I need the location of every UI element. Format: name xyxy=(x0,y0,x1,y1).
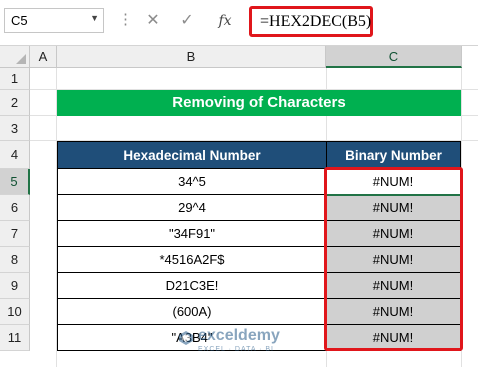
row-header-4[interactable]: 4 xyxy=(0,141,30,169)
exceldemy-logo-icon xyxy=(179,331,193,345)
hex-cell[interactable]: 29^4 xyxy=(57,195,327,221)
name-box-value: C5 xyxy=(11,13,28,28)
column-header-a[interactable]: A xyxy=(30,46,57,68)
binary-cell[interactable]: #NUM! xyxy=(326,299,461,325)
table-header-hex[interactable]: Hexadecimal Number xyxy=(57,141,327,169)
watermark: exceldemy EXCEL · DATA · BI xyxy=(178,327,318,359)
select-all-button[interactable] xyxy=(0,46,30,68)
hex-cell[interactable]: "34F91" xyxy=(57,221,327,247)
row-header-1[interactable]: 1 xyxy=(0,68,30,90)
row-header-8[interactable]: 8 xyxy=(0,247,30,273)
binary-cell[interactable]: #NUM! xyxy=(326,273,461,299)
row-header-9[interactable]: 9 xyxy=(0,273,30,299)
row-header-11[interactable]: 11 xyxy=(0,325,30,351)
more-options-icon[interactable]: ⋮ xyxy=(118,10,134,28)
table-header-binary[interactable]: Binary Number xyxy=(326,141,461,169)
formula-bar: C5 ▼ ⋮ ✕ ✓ fx =HEX2DEC(B5) xyxy=(0,0,478,46)
watermark-tagline: EXCEL · DATA · BI xyxy=(198,346,274,353)
watermark-name: exceldemy xyxy=(198,327,280,344)
chevron-down-icon[interactable]: ▼ xyxy=(90,13,99,23)
binary-cell[interactable]: #NUM! xyxy=(326,325,461,351)
enter-icon[interactable]: ✓ xyxy=(172,9,202,33)
gridline xyxy=(461,68,462,367)
binary-cell[interactable]: #NUM! xyxy=(326,169,461,195)
row-header-3[interactable]: 3 xyxy=(0,116,30,141)
cancel-icon[interactable]: ✕ xyxy=(138,9,168,33)
row-header-10[interactable]: 10 xyxy=(0,299,30,325)
row-header-6[interactable]: 6 xyxy=(0,195,30,221)
hex-cell[interactable]: 34^5 xyxy=(57,169,327,195)
hex-cell[interactable]: D21C3E! xyxy=(57,273,327,299)
insert-function-icon[interactable]: fx xyxy=(210,9,240,33)
hex-cell[interactable]: (600A) xyxy=(57,299,327,325)
formula-text: =HEX2DEC(B5) xyxy=(260,13,372,30)
row-header-5[interactable]: 5 xyxy=(0,169,30,195)
row-header-7[interactable]: 7 xyxy=(0,221,30,247)
column-header-c[interactable]: C xyxy=(326,46,462,68)
binary-cell[interactable]: #NUM! xyxy=(326,247,461,273)
binary-cell[interactable]: #NUM! xyxy=(326,221,461,247)
hex-cell[interactable]: *4516A2F$ xyxy=(57,247,327,273)
name-box[interactable]: C5 ▼ xyxy=(4,8,104,33)
column-header-b[interactable]: B xyxy=(57,46,326,68)
binary-cell[interactable]: #NUM! xyxy=(326,195,461,221)
formula-input[interactable]: =HEX2DEC(B5) xyxy=(249,6,373,37)
sheet-title[interactable]: Removing of Characters xyxy=(57,90,461,116)
row-header-2[interactable]: 2 xyxy=(0,90,30,116)
select-all-icon xyxy=(16,54,26,64)
